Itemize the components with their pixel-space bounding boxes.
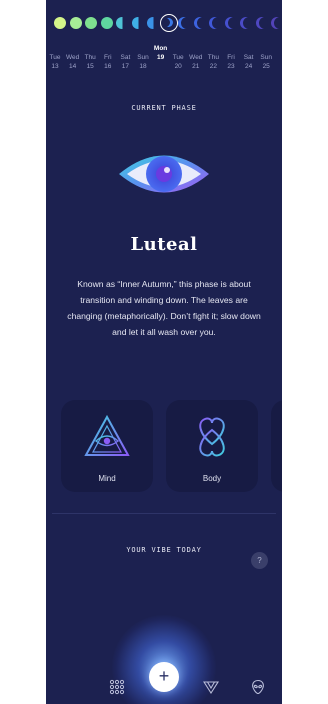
day-item[interactable]: Tue 13: [46, 53, 64, 71]
moon-phase-icon[interactable]: [255, 17, 268, 29]
moon-phase-icon[interactable]: [100, 17, 113, 29]
moon-icon[interactable]: [62, 679, 78, 695]
day-number: 25: [262, 63, 270, 70]
day-name: Wed: [65, 54, 80, 61]
moon-icon: [163, 18, 173, 27]
interlocked-hearts-icon: [199, 417, 225, 457]
phase-description: Known as “Inner Autumn,” this phase is a…: [67, 279, 261, 337]
day-name: Thu: [207, 54, 219, 61]
moon-phase-icon[interactable]: [54, 17, 66, 29]
moon-phase-icon[interactable]: [69, 17, 82, 29]
phase-name: Luteal: [130, 234, 198, 255]
pyramid-eye-icon: [84, 414, 130, 456]
day-number: 17: [121, 63, 129, 70]
day-name: Fri: [227, 54, 235, 61]
help-button[interactable]: ?: [251, 552, 268, 569]
moon-selected-icon[interactable]: [159, 14, 178, 32]
vibe-title: YOUR VIBE TODAY: [126, 546, 202, 554]
day-number: 16: [104, 63, 112, 70]
mind-card[interactable]: Mind: [61, 400, 153, 492]
day-name: Tue: [172, 54, 184, 61]
day-item[interactable]: Thu 15: [81, 53, 99, 71]
day-item[interactable]: Sun 25: [257, 53, 275, 71]
day-number: 18: [139, 63, 147, 70]
moon-phase-icon[interactable]: [209, 17, 221, 29]
current-phase-title: CURRENT PHASE: [131, 104, 197, 112]
moon-phase-icon[interactable]: [85, 17, 97, 29]
day-item[interactable]: Fri 23: [222, 53, 240, 71]
moon-phase-icon[interactable]: [224, 17, 237, 29]
day-name: Sat: [243, 54, 254, 61]
day-item[interactable]: Wed 14: [64, 53, 82, 71]
body-card-label: Body: [202, 474, 222, 483]
alien-icon[interactable]: [250, 679, 266, 695]
day-number: 22: [209, 63, 217, 70]
moon-phase-icon[interactable]: [147, 17, 159, 29]
moon-phase-icon[interactable]: [193, 17, 206, 29]
mind-card-label: Mind: [98, 474, 116, 483]
triangles-icon[interactable]: [203, 679, 219, 695]
day-today[interactable]: Mon 19: [152, 44, 170, 62]
day-item[interactable]: Sat 17: [116, 53, 134, 71]
moon-phase-strip[interactable]: [46, 13, 282, 33]
add-button[interactable]: +: [149, 662, 179, 692]
day-row: Tue 13 Wed 14 Thu 15 Fri 16 Sat 17 Sun 18 Mon 19 Tue 20…: [46, 45, 282, 75]
day-name: Sun: [260, 54, 272, 61]
day-number: 24: [244, 63, 253, 70]
moon-phase-icon[interactable]: [131, 17, 144, 29]
day-number: 21: [192, 63, 200, 70]
day-item[interactable]: Wed 21: [187, 53, 205, 71]
divider: [52, 513, 276, 514]
next-card-peek[interactable]: [271, 400, 282, 492]
day-name: Mon: [153, 45, 168, 52]
moon-phase-icon[interactable]: [178, 17, 190, 29]
day-number: 15: [86, 63, 94, 70]
day-item[interactable]: Tue 20: [169, 53, 187, 71]
app-screen: Tue 13 Wed 14 Thu 15 Fri 16 Sat 17 Sun 18 Mon 19 Tue 20…: [46, 0, 282, 704]
moon-phase-icon[interactable]: [271, 17, 282, 29]
day-number: 14: [68, 63, 77, 70]
day-number: 23: [227, 63, 235, 70]
day-number: 19: [156, 54, 165, 61]
day-name: Wed: [189, 54, 203, 61]
day-number: 20: [174, 63, 182, 70]
moon-phase-icon[interactable]: [116, 17, 128, 29]
day-name: Sun: [137, 54, 149, 61]
moon-phase-icon[interactable]: [240, 17, 252, 29]
body-card[interactable]: Body: [166, 400, 258, 492]
day-name: Fri: [104, 54, 112, 61]
grid-icon[interactable]: [109, 679, 125, 695]
day-item[interactable]: Sun 18: [134, 53, 152, 71]
day-item[interactable]: Fri 16: [99, 53, 117, 71]
day-name: Tue: [49, 54, 61, 61]
day-item[interactable]: Sat 24: [240, 53, 258, 71]
day-number: 13: [51, 63, 59, 70]
day-name: Sat: [120, 54, 131, 61]
day-item[interactable]: Thu 22: [204, 53, 222, 71]
eye-icon: [119, 155, 209, 193]
day-name: Thu: [84, 54, 96, 61]
